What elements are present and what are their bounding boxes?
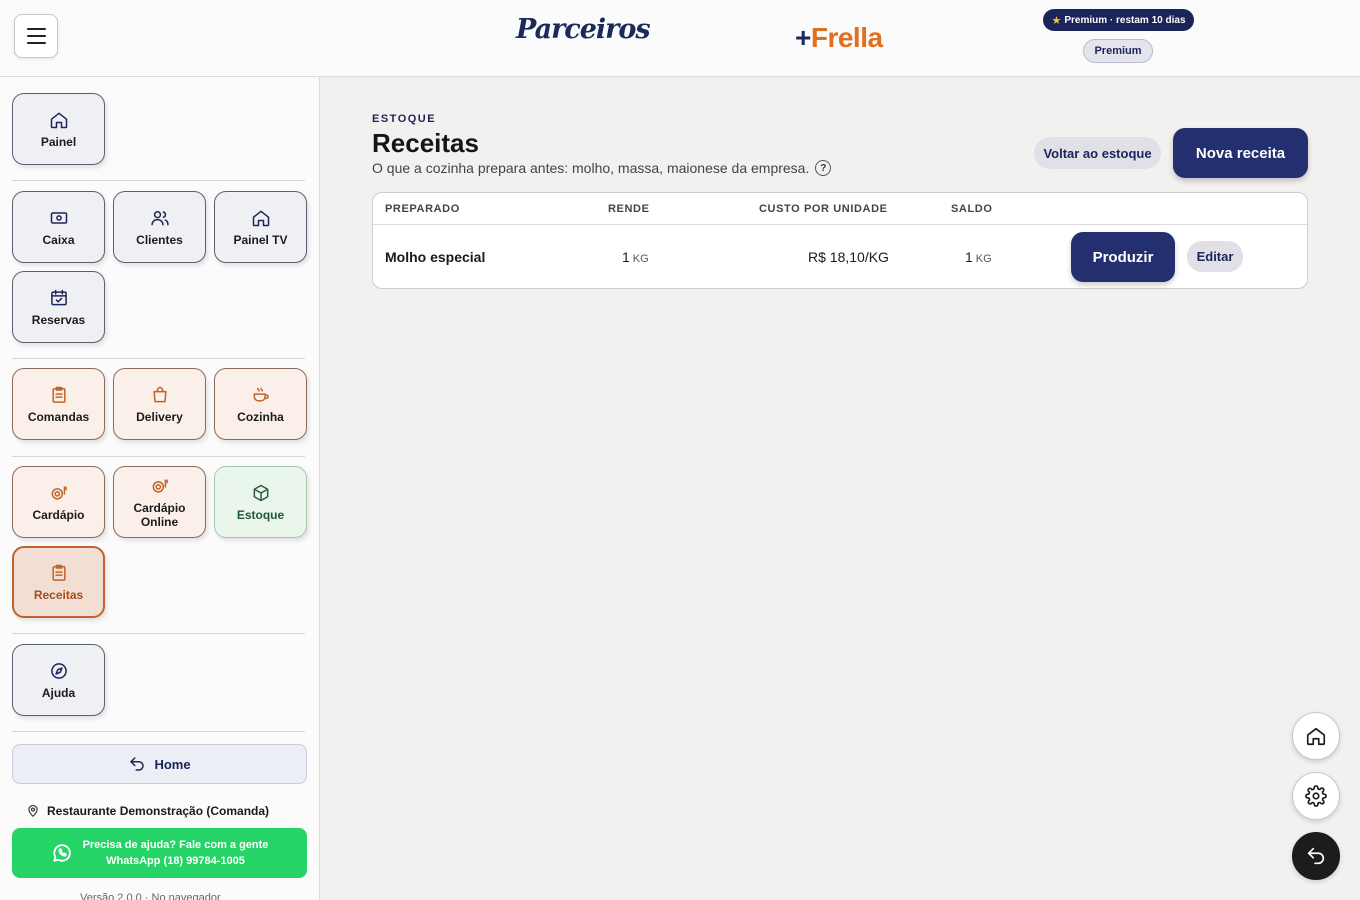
divider	[12, 633, 305, 634]
dish-icon	[51, 485, 67, 500]
dish-icon	[152, 478, 168, 493]
new-recipe-button[interactable]: Nova receita	[1173, 128, 1308, 178]
star-icon: ★	[1051, 14, 1062, 27]
whatsapp-number: WhatsApp (18) 99784-1005	[106, 855, 245, 867]
floating-settings-button[interactable]	[1292, 772, 1340, 820]
whatsapp-support-button[interactable]: Precisa de ajuda? Fale com a gente Whats…	[12, 828, 307, 878]
floating-home-button[interactable]	[1292, 712, 1340, 760]
home-icon	[1306, 727, 1326, 746]
users-icon	[150, 210, 169, 225]
floating-back-button[interactable]	[1292, 832, 1340, 880]
gear-icon	[1305, 785, 1327, 807]
divider	[12, 358, 305, 359]
sidebar-item-clientes[interactable]: Clientes	[113, 191, 206, 263]
sidebar: Painel Caixa Clientes Painel TV Reservas…	[0, 77, 320, 900]
column-header-rende: RENDE	[608, 203, 650, 215]
cup-icon	[253, 387, 269, 402]
back-to-stock-button[interactable]: Voltar ao estoque	[1034, 137, 1161, 169]
undo-icon	[1307, 847, 1325, 865]
map-pin-icon	[28, 804, 38, 818]
premium-badge[interactable]: Premium	[1083, 39, 1153, 63]
page-subtitle: O que a cozinha prepara antes: molho, ma…	[372, 160, 832, 176]
menu-button[interactable]	[14, 14, 58, 58]
recipe-yield: 1 KG	[622, 249, 649, 265]
page-title: Receitas	[372, 128, 479, 158]
app-header: Parceiros +Frella ★ Premium · restam 10 …	[0, 0, 1360, 77]
clipboard-icon	[51, 564, 66, 581]
sidebar-item-delivery[interactable]: Delivery	[113, 368, 206, 440]
whatsapp-help-text: Precisa de ajuda? Fale com a gente	[82, 839, 269, 851]
bag-icon	[152, 386, 167, 402]
section-eyebrow: ESTOQUE	[372, 113, 437, 125]
sidebar-item-painel[interactable]: Painel	[12, 93, 105, 165]
clipboard-icon	[51, 386, 66, 403]
whatsapp-icon	[52, 844, 71, 862]
frella-logo: +Frella	[795, 22, 883, 53]
recipe-balance: 1 KG	[965, 249, 992, 265]
sidebar-item-receitas[interactable]: Receitas	[12, 546, 105, 618]
parceiros-logo: Parceiros	[516, 14, 651, 45]
box-icon	[253, 484, 268, 501]
sidebar-item-ajuda[interactable]: Ajuda	[12, 644, 105, 716]
premium-trial-pill[interactable]: ★ Premium · restam 10 dias	[1043, 9, 1194, 31]
hamburger-icon	[26, 28, 46, 30]
home-icon	[252, 210, 269, 226]
restaurant-location: Restaurante Demonstração (Comanda)	[26, 804, 269, 818]
recipe-name: Molho especial	[385, 249, 486, 265]
table-header-divider	[373, 224, 1307, 225]
sidebar-item-estoque[interactable]: Estoque	[214, 466, 307, 538]
sidebar-item-comandas[interactable]: Comandas	[12, 368, 105, 440]
column-header-custo: CUSTO POR UNIDADE	[759, 203, 888, 215]
column-header-preparado: PREPARADO	[385, 203, 460, 215]
sidebar-item-cardapio-online[interactable]: Cardápio Online	[113, 466, 206, 538]
recipes-table: PREPARADO RENDE CUSTO POR UNIDADE SALDO …	[372, 192, 1308, 289]
compass-icon	[50, 662, 67, 679]
undo-icon	[130, 757, 145, 771]
sidebar-item-caixa[interactable]: Caixa	[12, 191, 105, 263]
sidebar-item-painel-tv[interactable]: Painel TV	[214, 191, 307, 263]
produce-button[interactable]: Produzir	[1071, 232, 1175, 282]
home-button[interactable]: Home	[12, 744, 307, 784]
calendar-check-icon	[50, 289, 67, 305]
home-icon	[50, 112, 67, 128]
divider	[12, 731, 305, 732]
divider	[12, 180, 305, 181]
sidebar-item-cardapio[interactable]: Cardápio	[12, 466, 105, 538]
cash-icon	[50, 211, 67, 224]
edit-button[interactable]: Editar	[1187, 241, 1243, 272]
recipe-unit-cost: R$ 18,10/KG	[808, 249, 889, 265]
version-label: Versão 2.0.0 · No navegador	[80, 892, 221, 900]
divider	[12, 456, 305, 457]
column-header-saldo: SALDO	[951, 203, 993, 215]
sidebar-item-reservas[interactable]: Reservas	[12, 271, 105, 343]
help-icon[interactable]: ?	[815, 160, 832, 176]
sidebar-item-cozinha[interactable]: Cozinha	[214, 368, 307, 440]
